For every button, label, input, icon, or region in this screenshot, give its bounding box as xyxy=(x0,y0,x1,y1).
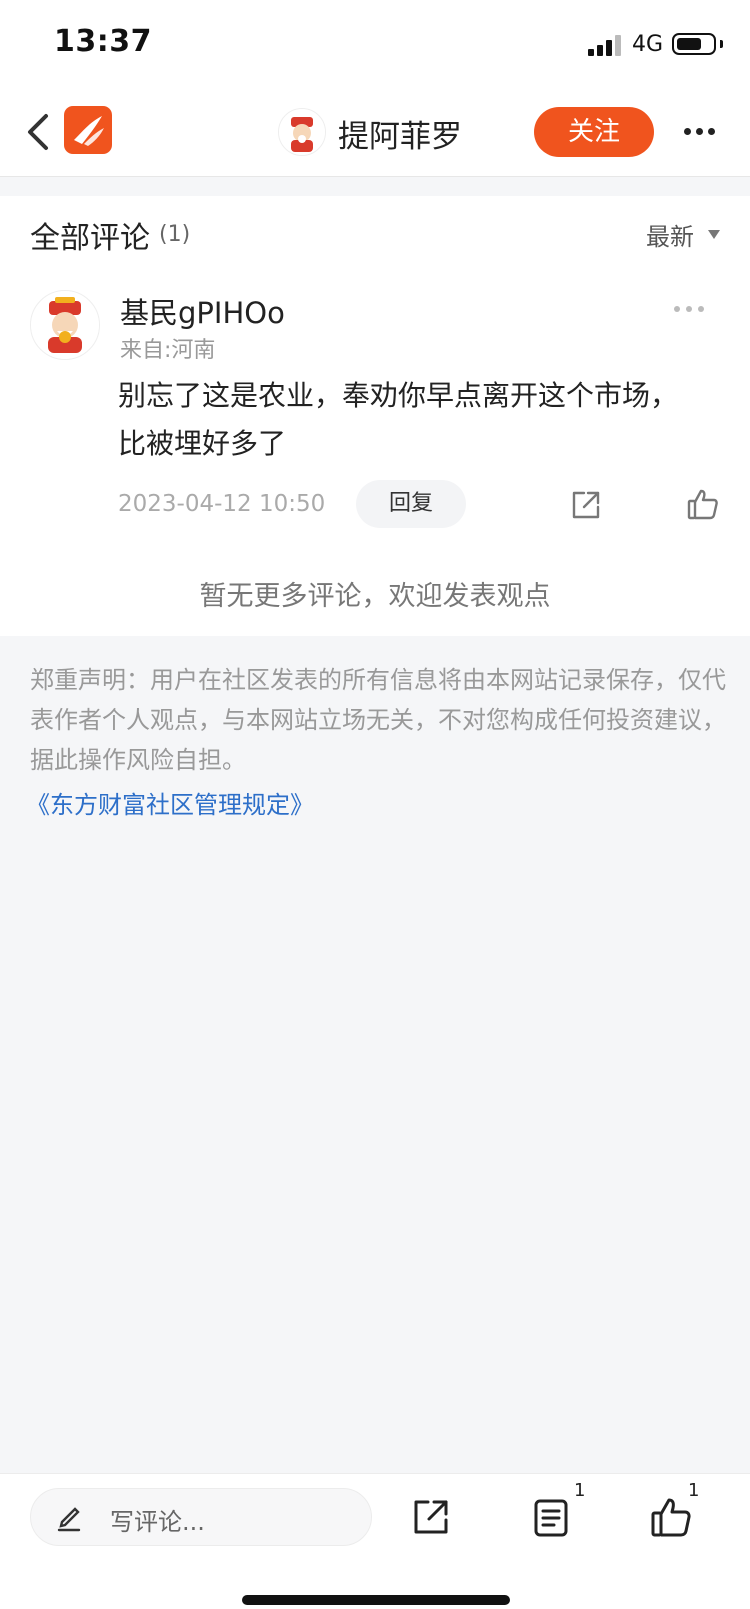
comments-count-badge: 1 xyxy=(574,1480,586,1501)
network-type: 4G xyxy=(632,32,664,57)
sort-dropdown[interactable]: 最新 xyxy=(646,217,694,252)
pencil-icon[interactable] xyxy=(56,1502,82,1532)
reply-button[interactable]: 回复 xyxy=(356,480,466,528)
battery-icon xyxy=(672,33,716,55)
comment-input-placeholder[interactable]: 写评论... xyxy=(110,1502,205,1537)
cellular-signal-icon xyxy=(588,34,624,56)
thumbs-up-icon[interactable] xyxy=(650,1496,692,1538)
thumbs-up-icon[interactable] xyxy=(686,487,720,521)
commenter-avatar[interactable] xyxy=(30,290,100,360)
more-options-icon[interactable] xyxy=(684,128,716,136)
comment-more-icon[interactable] xyxy=(674,306,706,312)
commenter-location: 来自:河南 xyxy=(120,338,216,363)
status-time: 13:37 xyxy=(54,24,152,59)
like-count-badge: 1 xyxy=(688,1480,700,1501)
comments-list-icon[interactable] xyxy=(532,1498,570,1538)
eastmoney-logo-icon[interactable] xyxy=(64,106,112,154)
community-rules-link[interactable]: 《东方财富社区管理规定》 xyxy=(26,785,314,820)
comment-timestamp: 2023-04-12 10:50 xyxy=(118,491,326,517)
home-indicator xyxy=(242,1595,510,1605)
back-arrow-icon[interactable] xyxy=(24,110,54,154)
commenter-username[interactable]: 基民gPIHOo xyxy=(120,290,285,332)
comments-title: 全部评论 xyxy=(30,221,150,256)
author-name[interactable]: 提阿菲罗 xyxy=(338,111,462,156)
disclaimer-text: 郑重声明：用户在社区发表的所有信息将由本网站记录保存，仅代表作者个人观点，与本网… xyxy=(30,666,726,774)
follow-button[interactable]: 关注 xyxy=(534,107,654,157)
comments-count: (1) xyxy=(159,222,191,247)
comment-text: 别忘了这是农业，奉劝你早点离开这个市场，比被埋好多了 xyxy=(118,379,679,460)
author-avatar[interactable] xyxy=(278,108,326,156)
share-icon[interactable] xyxy=(412,1498,450,1536)
battery-tip xyxy=(720,40,723,48)
share-icon[interactable] xyxy=(570,489,602,521)
no-more-comments: 暂无更多评论，欢迎发表观点 xyxy=(199,581,551,612)
caret-down-icon[interactable] xyxy=(708,230,720,239)
